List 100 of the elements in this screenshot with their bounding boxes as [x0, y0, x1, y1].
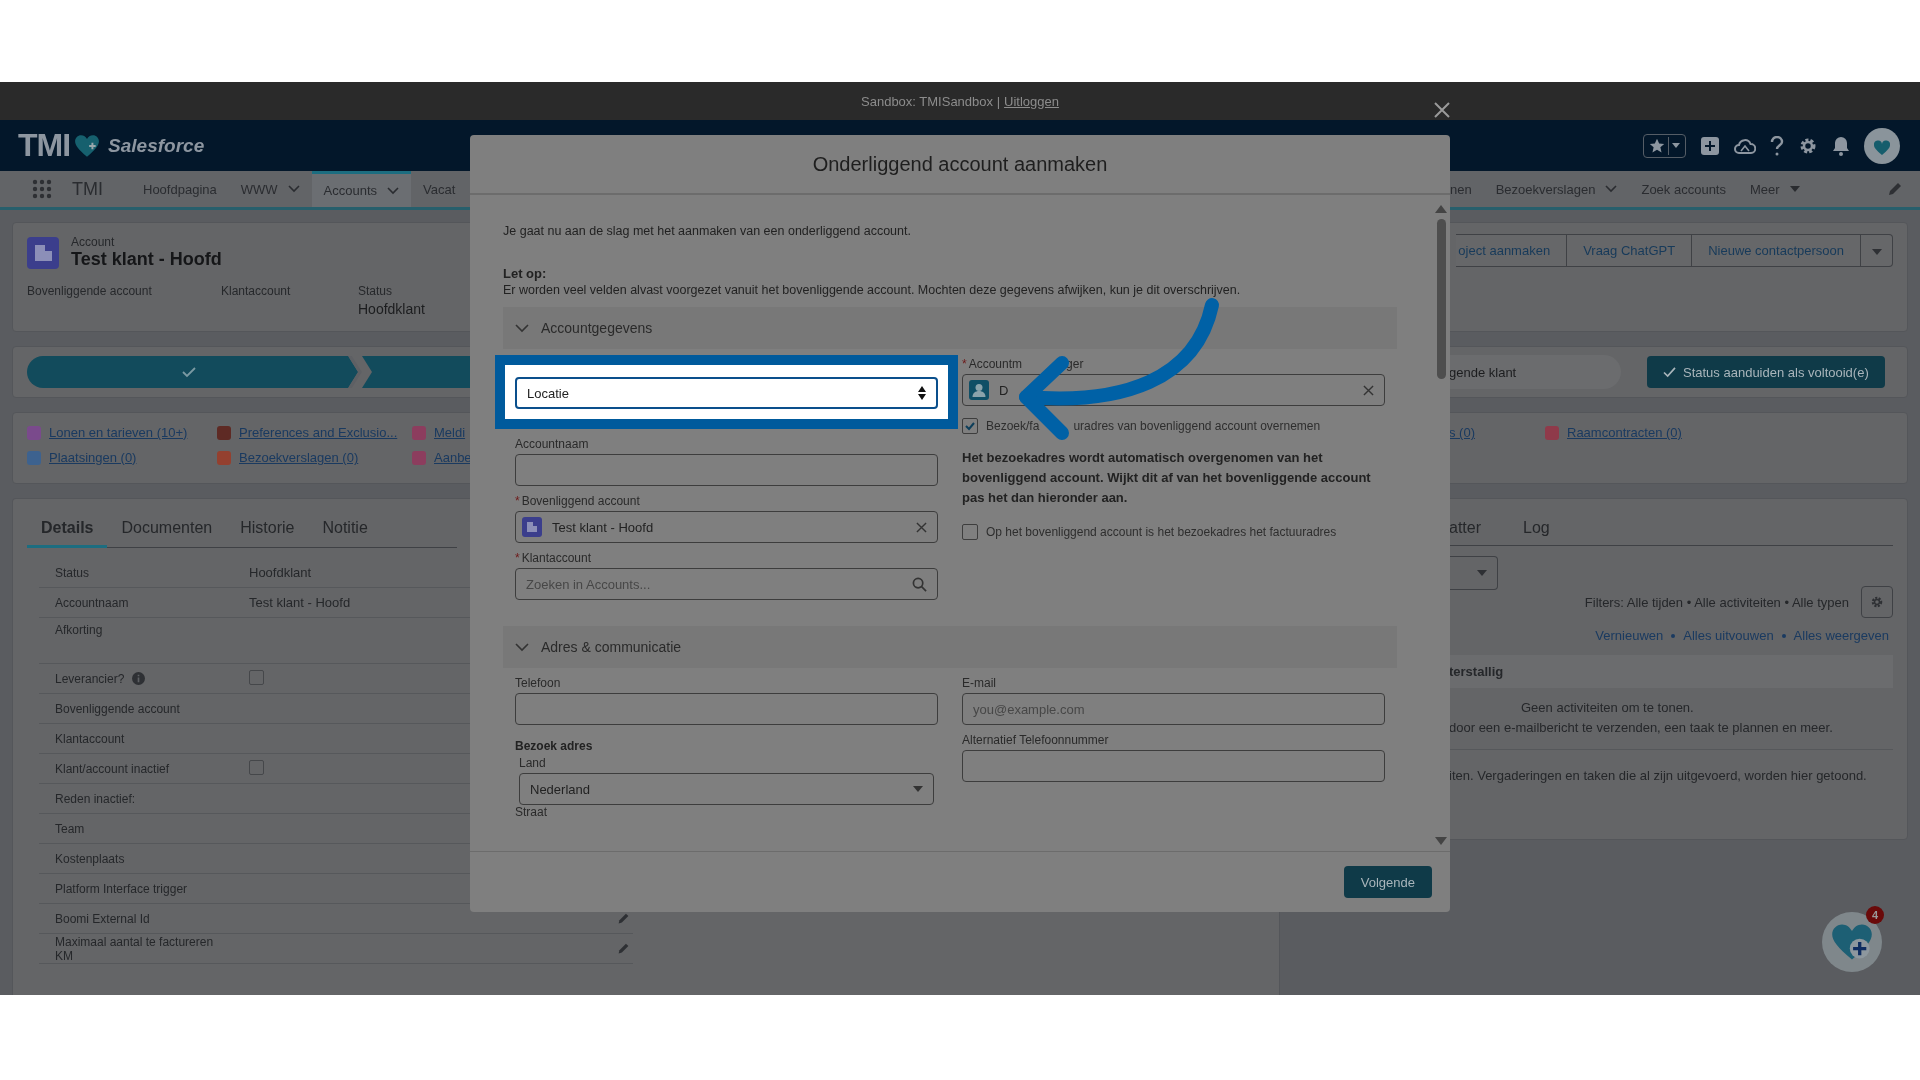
field-label: Team [55, 821, 85, 836]
favorites-button[interactable] [1643, 133, 1686, 158]
field-label: Platform Interface trigger [55, 881, 188, 896]
separator-dot [1671, 633, 1676, 638]
search-icon [912, 576, 927, 592]
logout-link[interactable]: Uitloggen [1004, 93, 1059, 109]
select-field[interactable]: Nederland [519, 773, 934, 805]
empty-hint: door een e-mailbericht te verzenden, een taak te plannen en meer. [1449, 720, 1834, 735]
record-type: Account [71, 235, 116, 249]
clear-icon[interactable] [1363, 384, 1374, 396]
app-name: TMI [72, 178, 103, 200]
field-label: Leverancier? [55, 671, 125, 686]
field-label: * Klantaccount [515, 551, 592, 565]
section-header[interactable]: Accountgegevens [503, 307, 1397, 349]
tab[interactable]: Notitie [308, 511, 382, 547]
scroll-up-icon[interactable] [1435, 205, 1447, 213]
action-button[interactable]: Vraag ChatGPT [1567, 234, 1693, 267]
field-label: Straat [515, 805, 547, 819]
related-link[interactable]: Raamcontracten (0) [1567, 425, 1682, 440]
input-field[interactable] [962, 750, 1385, 782]
intro-text: Je gaat nu aan de slag met het aanmaken van een onderliggend account. [503, 224, 912, 238]
cloud-icon[interactable] [1734, 136, 1756, 155]
app-launcher-icon[interactable] [32, 179, 52, 199]
field-value: Hoofdklant [358, 301, 425, 317]
floating-action-button[interactable] [1822, 912, 1882, 972]
field-label: * Bovenliggend account [515, 494, 640, 508]
separator-dot [1781, 633, 1786, 638]
field-label: Afkorting [55, 623, 103, 637]
checkbox[interactable] [962, 524, 978, 540]
nav-tab[interactable]: Vacat [411, 171, 468, 207]
notification-badge: 4 [1866, 906, 1884, 924]
tab[interactable]: Documenten [107, 511, 227, 547]
more-actions-button[interactable] [1861, 234, 1893, 267]
nav-tab[interactable]: Meer [1738, 171, 1812, 207]
pencil-icon[interactable] [617, 942, 630, 955]
field-label: Klant/account inactief [55, 761, 170, 776]
tab[interactable]: Log [1509, 511, 1564, 545]
section-header[interactable]: Adres & communicatie [503, 626, 1397, 668]
related-link[interactable]: Bezoekverslagen (0) [239, 450, 359, 465]
scroll-down-icon[interactable] [1435, 837, 1447, 845]
field-label: Maximaal aantal te factureren KM [55, 934, 215, 963]
building-icon [522, 517, 542, 537]
close-icon[interactable] [1434, 102, 1450, 118]
next-button[interactable]: Volgende [1343, 866, 1432, 898]
caret-icon [1672, 143, 1680, 148]
caret-icon [913, 786, 923, 792]
lookup-field[interactable]: D [962, 374, 1385, 406]
action-button[interactable]: Nieuwe contactpersoon [1692, 234, 1861, 267]
activity-link[interactable]: Vernieuwen [1595, 628, 1664, 643]
tab[interactable]: Historie [226, 511, 309, 547]
related-link[interactable]: Preferences and Exclusio... [239, 425, 398, 440]
modal-title: Onderliggend account aanmaken [812, 152, 1108, 176]
pencil-icon[interactable] [1887, 181, 1903, 197]
related-link[interactable]: Meldi [434, 425, 466, 440]
nav-tab[interactable]: Hoofdpagina [131, 171, 229, 207]
input-field[interactable]: you@example.com [962, 693, 1385, 725]
nav-tab[interactable]: Accounts [311, 171, 412, 207]
input-field[interactable] [515, 454, 938, 486]
related-link[interactable]: Plaatsingen (0) [49, 450, 137, 465]
nav-tab[interactable]: Bezoekverslagen [1483, 171, 1630, 207]
tab[interactable]: atter [1449, 511, 1509, 545]
field-label: Accountnaam [515, 437, 589, 451]
nav-tab[interactable]: WWW [228, 171, 312, 207]
caret-icon [1477, 570, 1487, 576]
help-icon[interactable] [1770, 135, 1784, 156]
add-icon[interactable] [1700, 135, 1720, 156]
complete-status-button[interactable]: Status aanduiden als voltooid(e) [1647, 356, 1885, 388]
select-field[interactable]: Locatie [515, 377, 938, 409]
nav-tab[interactable]: nen [1450, 171, 1484, 207]
notifications-icon[interactable] [1832, 135, 1850, 156]
field-value: Hoofdklant [249, 565, 312, 580]
nav-tab[interactable]: Zoek accounts [1629, 171, 1738, 207]
sort-arrows-icon [918, 386, 926, 400]
field-label: Status [358, 284, 394, 298]
clear-icon[interactable] [916, 521, 927, 533]
path-stage[interactable]: gende klant [1449, 355, 1621, 389]
settings-button[interactable] [1861, 586, 1893, 618]
related-link[interactable]: Aanbe [434, 450, 472, 465]
action-button[interactable]: oject aanmaken [1456, 234, 1568, 267]
activity-link[interactable]: Alles uitvouwen [1683, 628, 1774, 643]
field-label: Klantaccount [221, 284, 292, 298]
field-label: Kostenplaats [55, 851, 125, 866]
search-field[interactable]: Zoeken in Accounts... [515, 568, 938, 600]
related-link[interactable]: s (0) [1449, 425, 1475, 440]
scrollbar[interactable] [1435, 205, 1447, 845]
related-link[interactable]: Lonen en tarieven (10+) [49, 425, 188, 440]
lookup-field[interactable]: Test klant - Hoofd [515, 511, 938, 543]
field-label: E-mail [962, 676, 996, 690]
check-icon [1663, 366, 1676, 378]
record-name: Test klant - Hoofd [71, 249, 222, 270]
tab[interactable]: Details [27, 511, 108, 548]
heart-plus-icon [74, 133, 101, 158]
input-field[interactable] [515, 693, 938, 725]
subsection-title: Bezoek adres [515, 739, 594, 753]
scrollbar-thumb[interactable] [1436, 219, 1446, 379]
avatar-icon[interactable] [1864, 127, 1900, 164]
checkbox[interactable] [962, 418, 978, 434]
field-label: Bovenliggende account [27, 284, 153, 298]
activity-link[interactable]: Alles weergeven [1793, 628, 1889, 643]
path-stage[interactable] [27, 356, 471, 388]
